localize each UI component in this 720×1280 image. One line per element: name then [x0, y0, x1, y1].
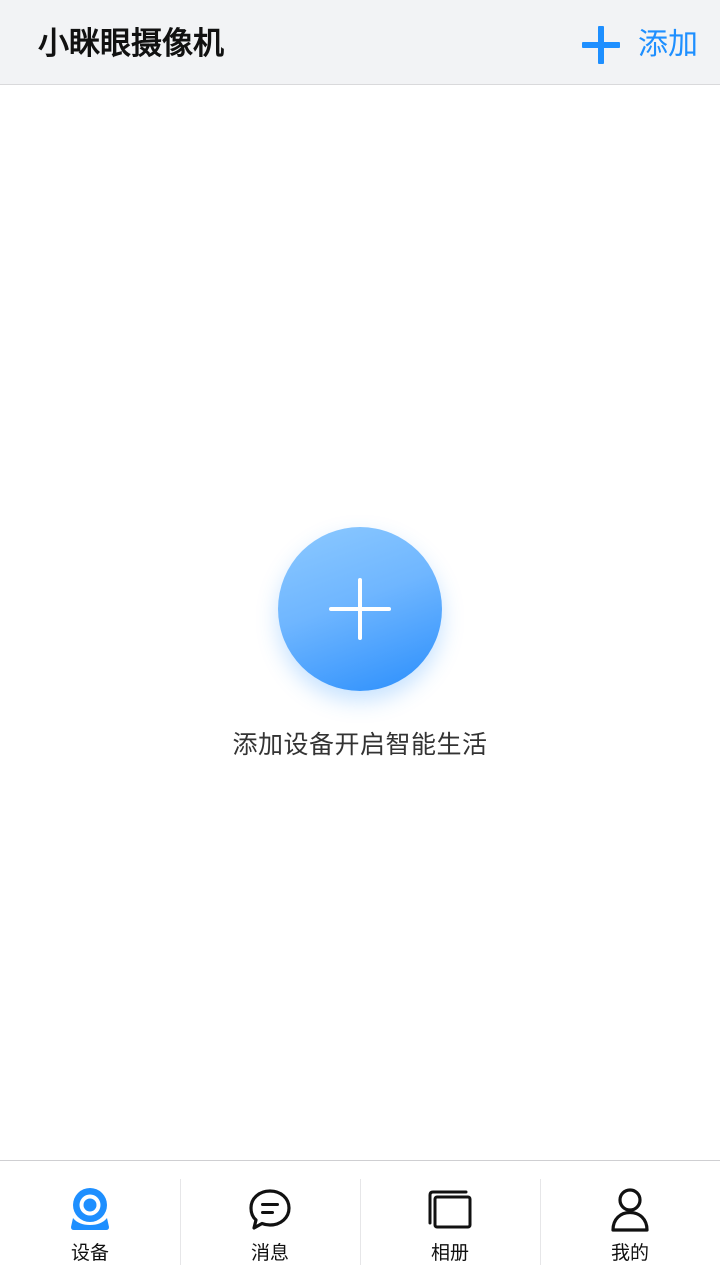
album-icon	[428, 1190, 472, 1229]
tab-album[interactable]: 相册	[360, 1161, 540, 1280]
profile-icon	[611, 1188, 649, 1232]
app-title: 小眯眼摄像机	[38, 26, 224, 62]
message-icon	[249, 1189, 291, 1230]
bottom-tab-bar: 设备 消息 相册 我的	[0, 1160, 720, 1280]
add-device-button[interactable]: 添加	[580, 20, 698, 70]
tab-profile[interactable]: 我的	[540, 1161, 720, 1280]
tab-label: 相册	[430, 1242, 469, 1264]
tab-label: 我的	[610, 1242, 649, 1264]
tab-label: 消息	[250, 1242, 289, 1264]
camera-icon	[71, 1188, 109, 1230]
tab-devices[interactable]: 设备	[0, 1161, 180, 1280]
add-device-circle-button[interactable]	[278, 527, 442, 691]
app-root: 小眯眼摄像机 添加 添加设备开启智能生活 设备 消息 相册 我的	[0, 0, 720, 1280]
tab-messages[interactable]: 消息	[180, 1161, 360, 1280]
top-header: 小眯眼摄像机 添加	[0, 0, 720, 85]
plus-icon	[329, 578, 391, 640]
empty-state: 添加设备开启智能生活	[0, 527, 720, 762]
empty-state-message: 添加设备开启智能生活	[232, 730, 488, 759]
plus-icon	[582, 26, 620, 64]
add-device-label: 添加	[638, 27, 698, 62]
tab-label: 设备	[70, 1242, 109, 1264]
